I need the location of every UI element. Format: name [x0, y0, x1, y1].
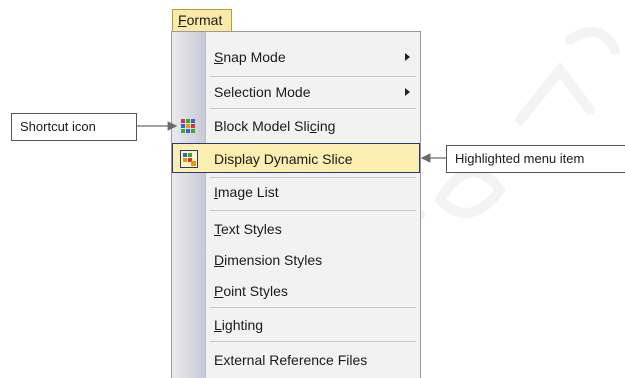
callout-connectors: [137, 121, 446, 163]
